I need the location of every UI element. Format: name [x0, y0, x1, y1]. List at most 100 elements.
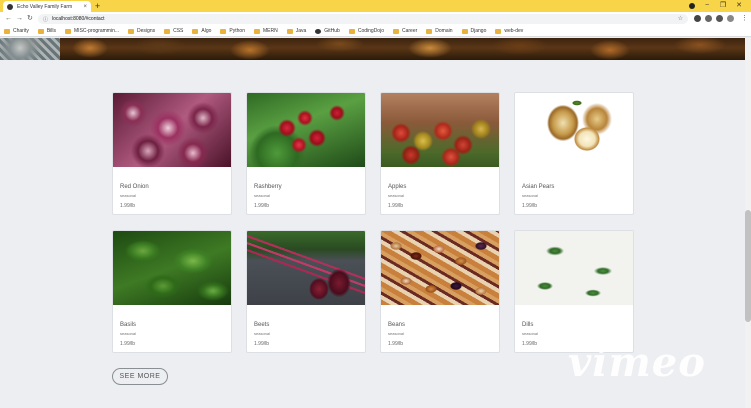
product-card-apples[interactable]: Apples seasonal 1.99/lb	[380, 92, 500, 215]
product-name: Dills	[522, 322, 534, 328]
restore-button[interactable]: ❐	[715, 0, 731, 12]
url-text: localhost:8080/#contact	[52, 16, 105, 22]
product-season: seasonal	[120, 193, 137, 198]
product-price: 1.99/lb	[120, 341, 136, 347]
product-season: seasonal	[522, 331, 539, 336]
product-card-rashberry[interactable]: Rashberry seasonal 1.99/lb	[246, 92, 366, 215]
folder-icon	[286, 28, 293, 34]
product-image	[247, 231, 365, 305]
product-price: 1.99/lb	[388, 341, 404, 347]
product-season: seasonal	[254, 331, 271, 336]
profile-icon[interactable]	[727, 15, 734, 22]
folder-icon	[37, 28, 44, 34]
product-image	[113, 93, 231, 167]
bookmark-item[interactable]: Designs	[128, 28, 155, 34]
back-button[interactable]: ←	[5, 14, 12, 24]
product-price: 1.99/lb	[254, 341, 270, 347]
minimize-button[interactable]: −	[699, 0, 715, 12]
product-season: seasonal	[388, 331, 405, 336]
browser-tab[interactable]: Echo Valley Family Farm ×	[3, 1, 91, 12]
window-controls: − ❐ ✕	[699, 0, 747, 12]
bookmark-item[interactable]: web-dev	[495, 28, 523, 34]
product-card-basils[interactable]: Basils seasonal 1.99/lb	[112, 230, 232, 353]
folder-icon	[495, 28, 502, 34]
product-image	[515, 231, 633, 305]
product-image	[381, 231, 499, 305]
product-name: Apples	[388, 184, 407, 190]
bookmark-item[interactable]: Career	[392, 28, 417, 34]
bookmark-item[interactable]: Bills	[37, 28, 56, 34]
folder-icon	[128, 28, 135, 34]
bookmark-item[interactable]: Django	[461, 28, 486, 34]
cast-icon[interactable]	[716, 15, 723, 22]
address-bar[interactable]: ⓘ localhost:8080/#contact ☆	[38, 14, 688, 24]
bookmark-item[interactable]: MISC-programmin...	[65, 28, 119, 34]
folder-icon	[348, 28, 355, 34]
bookmark-item[interactable]: Charity	[4, 28, 29, 34]
product-card-beets[interactable]: Beets seasonal 1.99/lb	[246, 230, 366, 353]
product-season: seasonal	[388, 193, 405, 198]
bookmark-item[interactable]: MERN	[253, 28, 278, 34]
favicon-icon	[7, 3, 13, 10]
bookmarks-bar: Charity Bills MISC-programmin... Designs…	[0, 26, 751, 37]
product-name: Red Onion	[120, 184, 149, 190]
folder-icon	[192, 28, 199, 34]
bookmark-item[interactable]: Domain	[426, 28, 453, 34]
folder-icon	[461, 28, 468, 34]
bookmark-item[interactable]: CSS	[164, 28, 183, 34]
product-image	[515, 93, 633, 167]
vimeo-watermark-logo: vimeo	[568, 339, 706, 386]
product-card-dills[interactable]: Dills seasonal 1.99/lb	[514, 230, 634, 353]
close-window-button[interactable]: ✕	[731, 0, 747, 12]
browser-titlebar: Echo Valley Family Farm × + − ❐ ✕	[0, 0, 751, 12]
forward-button[interactable]: →	[16, 14, 23, 24]
product-name: Rashberry	[254, 184, 282, 190]
product-name: Basils	[120, 322, 137, 328]
folder-icon	[253, 28, 260, 34]
bookmark-item[interactable]: CodingDojo	[348, 28, 384, 34]
product-price: 1.99/lb	[522, 203, 538, 209]
extension-icon[interactable]	[694, 15, 701, 22]
scrollbar-thumb[interactable]	[745, 210, 751, 322]
github-icon	[315, 28, 322, 34]
product-season: seasonal	[120, 331, 137, 336]
product-card-red-onion[interactable]: Red Onion seasonal 1.99/lb	[112, 92, 232, 215]
bookmark-item[interactable]: Java	[286, 28, 306, 34]
product-card-asian-pears[interactable]: Asian Pears seasonal 1.99/lb	[514, 92, 634, 215]
product-image	[113, 231, 231, 305]
menu-icon[interactable]: ⋮	[741, 14, 748, 24]
product-season: seasonal	[522, 193, 539, 198]
bookmark-item[interactable]: GitHub	[315, 28, 340, 34]
bookmark-star-icon[interactable]: ☆	[678, 16, 683, 22]
product-name: Beets	[254, 322, 270, 328]
page-scrollbar[interactable]	[745, 38, 751, 408]
folder-icon	[220, 28, 227, 34]
product-season: seasonal	[254, 193, 271, 198]
product-name: Beans	[388, 322, 406, 328]
hero-banner-image	[0, 38, 751, 60]
folder-icon	[164, 28, 171, 34]
browser-toolbar: ← → ↻ ⓘ localhost:8080/#contact ☆ ⋮	[0, 12, 751, 26]
extensions-puzzle-icon[interactable]	[705, 15, 712, 22]
product-price: 1.99/lb	[522, 341, 538, 347]
hero-decor	[0, 38, 60, 60]
product-price: 1.99/lb	[254, 203, 270, 209]
reload-button[interactable]: ↻	[27, 14, 33, 24]
product-card-beans[interactable]: Beans seasonal 1.99/lb	[380, 230, 500, 353]
tab-close-icon[interactable]: ×	[83, 4, 87, 10]
info-icon[interactable]: ⓘ	[43, 16, 48, 23]
bookmark-item[interactable]: Python	[220, 28, 245, 34]
folder-icon	[426, 28, 433, 34]
tab-title: Echo Valley Family Farm	[17, 3, 73, 10]
folder-icon	[65, 28, 72, 34]
new-tab-button[interactable]: +	[95, 1, 100, 11]
product-image	[247, 93, 365, 167]
profile-avatar-icon[interactable]	[689, 3, 695, 9]
product-price: 1.99/lb	[388, 203, 404, 209]
bookmark-item[interactable]: Algo	[192, 28, 211, 34]
product-name: Asian Pears	[522, 184, 555, 190]
folder-icon	[4, 28, 10, 34]
folder-icon	[392, 28, 399, 34]
see-more-button[interactable]: SEE MORE	[112, 368, 168, 385]
product-price: 1.99/lb	[120, 203, 136, 209]
